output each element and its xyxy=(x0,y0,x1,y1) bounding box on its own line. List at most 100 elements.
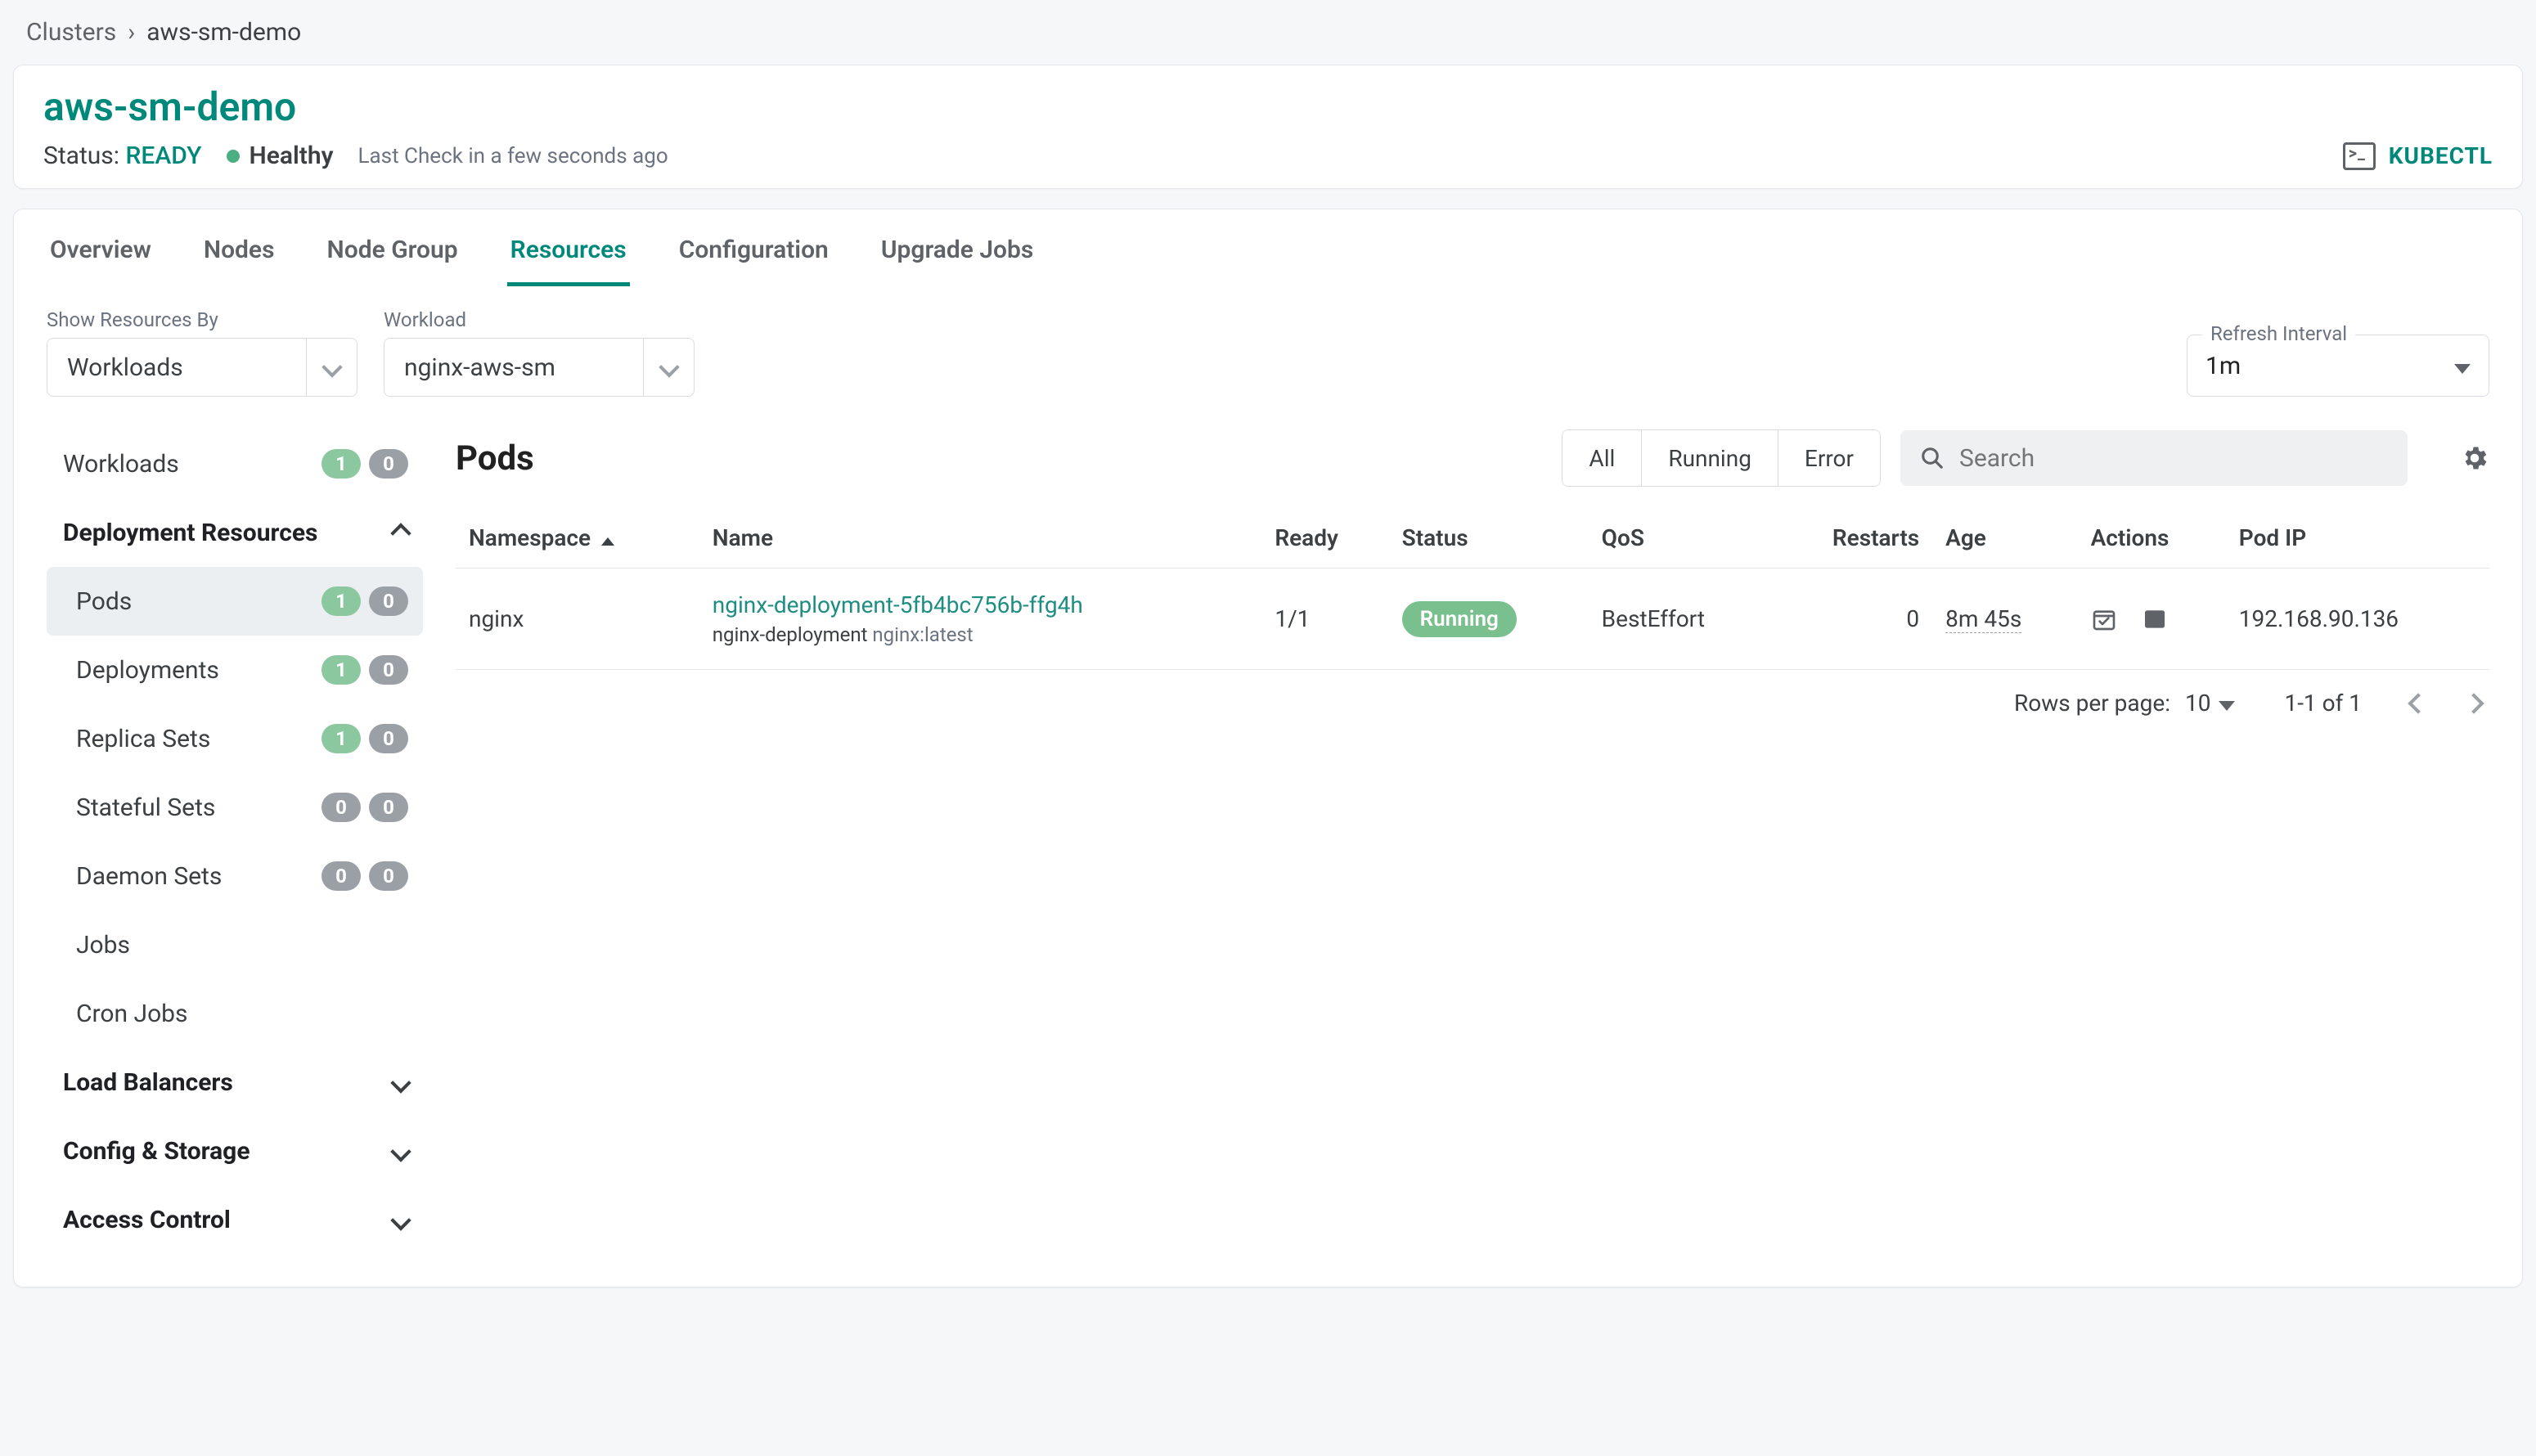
tab-nodes[interactable]: Nodes xyxy=(200,224,278,286)
sidebar-item-pods[interactable]: Pods 1 0 xyxy=(47,567,423,636)
workload-value: nginx-aws-sm xyxy=(384,353,643,382)
show-by-label: Show Resources By xyxy=(47,308,357,331)
count-badge-other: 0 xyxy=(369,724,408,753)
seg-all-button[interactable]: All xyxy=(1563,430,1642,486)
sidebar-item-label: Pods xyxy=(76,587,132,616)
chevron-down-icon xyxy=(393,1068,408,1097)
sidebar-item-workloads[interactable]: Workloads 1 0 xyxy=(47,429,423,498)
pods-table: Namespace Name Ready Status QoS Restarts… xyxy=(456,508,2489,670)
sidebar-section-access-control[interactable]: Access Control xyxy=(47,1185,423,1254)
sidebar-item-label: Daemon Sets xyxy=(76,862,222,891)
sidebar-item-label: Replica Sets xyxy=(76,725,210,753)
cell-restarts: 0 xyxy=(1772,568,1932,670)
pagination: Rows per page: 10 1-1 of 1 xyxy=(456,670,2489,717)
show-by-select[interactable]: Workloads xyxy=(47,338,357,397)
col-qos[interactable]: QoS xyxy=(1589,508,1772,568)
gear-icon xyxy=(2460,443,2489,473)
health-dot-icon xyxy=(227,150,240,163)
content-title: Pods xyxy=(456,438,534,479)
chevron-up-icon xyxy=(393,519,408,547)
breadcrumb-root[interactable]: Clusters xyxy=(26,18,116,47)
sidebar-item-label: Workloads xyxy=(63,450,179,479)
sidebar-section-config-storage[interactable]: Config & Storage xyxy=(47,1117,423,1185)
sidebar-item-cron-jobs[interactable]: Cron Jobs xyxy=(47,979,423,1048)
chevron-right-icon xyxy=(2463,693,2484,713)
next-page-button[interactable] xyxy=(2466,690,2481,717)
count-badge-other: 0 xyxy=(369,655,408,685)
workload-select[interactable]: nginx-aws-sm xyxy=(384,338,695,397)
count-badge-other: 0 xyxy=(369,586,408,616)
sidebar-item-stateful-sets[interactable]: Stateful Sets 0 0 xyxy=(47,773,423,842)
chevron-down-icon xyxy=(393,1137,408,1166)
count-badge-healthy: 1 xyxy=(321,449,361,479)
resource-sidebar: Workloads 1 0 Deployment Resources Pods … xyxy=(47,429,423,1254)
search-icon xyxy=(1920,446,1945,470)
rpp-select[interactable]: 10 xyxy=(2185,690,2235,717)
col-status[interactable]: Status xyxy=(1389,508,1589,568)
health-text: Healthy xyxy=(250,142,334,170)
events-action-button[interactable] xyxy=(2091,606,2117,632)
col-restarts[interactable]: Restarts xyxy=(1772,508,1932,568)
filter-row: Show Resources By Workloads Workload ngi… xyxy=(14,287,2522,397)
prev-page-button[interactable] xyxy=(2411,690,2426,717)
tab-resources[interactable]: Resources xyxy=(507,224,630,286)
count-badge-healthy: 0 xyxy=(321,861,361,891)
chevron-left-icon xyxy=(2408,693,2428,713)
col-pod-ip[interactable]: Pod IP xyxy=(2226,508,2489,568)
rpp-value: 10 xyxy=(2185,690,2210,717)
col-age[interactable]: Age xyxy=(1932,508,2077,568)
calendar-check-icon xyxy=(2091,606,2117,632)
settings-button[interactable] xyxy=(2460,443,2489,473)
status-badge: Running xyxy=(1402,601,1517,637)
col-ready[interactable]: Ready xyxy=(1261,508,1388,568)
refresh-interval-select[interactable]: Refresh Interval 1m xyxy=(2187,335,2489,397)
pod-sub-text: nginx-deployment nginx:latest xyxy=(713,623,1249,646)
count-badge-healthy: 1 xyxy=(321,724,361,753)
sidebar-item-jobs[interactable]: Jobs xyxy=(47,910,423,979)
breadcrumb-current: aws-sm-demo xyxy=(146,18,301,47)
search-input[interactable] xyxy=(1958,443,2388,474)
workload-label: Workload xyxy=(384,308,695,331)
col-actions: Actions xyxy=(2078,508,2226,568)
breadcrumb-sep: › xyxy=(128,18,135,47)
show-by-value: Workloads xyxy=(47,353,306,382)
table-row: nginx nginx-deployment-5fb4bc756b-ffg4h … xyxy=(456,568,2489,670)
cluster-title: aws-sm-demo xyxy=(43,83,2493,130)
sidebar-item-label: Stateful Sets xyxy=(76,793,215,822)
kubectl-label: KUBECTL xyxy=(2389,142,2493,169)
cell-ready: 1/1 xyxy=(1261,568,1388,670)
caret-down-icon xyxy=(2454,353,2471,380)
tab-overview[interactable]: Overview xyxy=(47,224,155,286)
tab-upgrade-jobs[interactable]: Upgrade Jobs xyxy=(878,224,1037,286)
count-badge-healthy: 1 xyxy=(321,655,361,685)
cell-namespace: nginx xyxy=(456,568,699,670)
content-area: Pods All Running Error xyxy=(456,429,2489,1254)
col-namespace[interactable]: Namespace xyxy=(456,508,699,568)
sidebar-section-label: Deployment Resources xyxy=(63,519,317,547)
seg-running-button[interactable]: Running xyxy=(1642,430,1778,486)
shell-action-button[interactable] xyxy=(2142,606,2168,632)
sidebar-item-replica-sets[interactable]: Replica Sets 1 0 xyxy=(47,704,423,773)
status-value: READY xyxy=(126,142,202,170)
tab-node-group[interactable]: Node Group xyxy=(324,224,461,286)
sidebar-section-load-balancers[interactable]: Load Balancers xyxy=(47,1048,423,1117)
chevron-down-icon xyxy=(393,1206,408,1234)
pod-name-link[interactable]: nginx-deployment-5fb4bc756b-ffg4h xyxy=(713,591,1249,618)
chevron-down-icon xyxy=(306,339,357,396)
cell-pod-ip: 192.168.90.136 xyxy=(2226,568,2489,670)
terminal-window-icon xyxy=(2142,606,2168,632)
tab-configuration[interactable]: Configuration xyxy=(676,224,832,286)
sidebar-item-deployments[interactable]: Deployments 1 0 xyxy=(47,636,423,704)
col-name[interactable]: Name xyxy=(699,508,1262,568)
sidebar-item-label: Cron Jobs xyxy=(76,1000,188,1028)
refresh-label: Refresh Interval xyxy=(2202,322,2355,345)
kubectl-button[interactable]: KUBECTL xyxy=(2343,142,2493,170)
cell-age: 8m 45s xyxy=(1945,605,2021,633)
sidebar-item-daemon-sets[interactable]: Daemon Sets 0 0 xyxy=(47,842,423,910)
rpp-label: Rows per page: xyxy=(2014,690,2170,717)
sidebar-section-deployment-resources[interactable]: Deployment Resources xyxy=(47,498,423,567)
count-badge-healthy: 0 xyxy=(321,793,361,822)
search-box[interactable] xyxy=(1900,430,2408,486)
seg-error-button[interactable]: Error xyxy=(1778,430,1880,486)
chevron-down-icon xyxy=(643,339,694,396)
